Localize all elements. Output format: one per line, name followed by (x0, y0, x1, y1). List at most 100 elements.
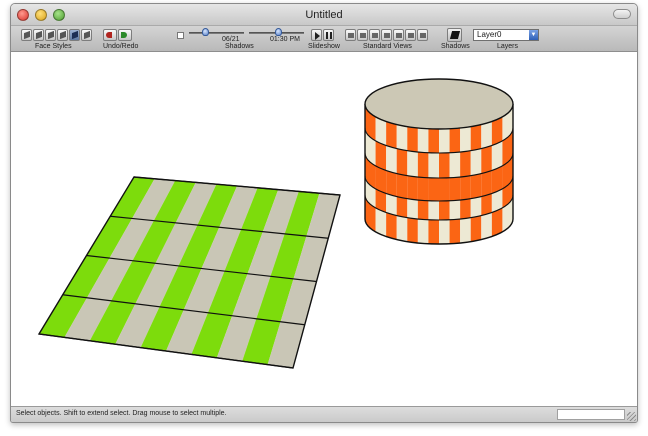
face-style-monochrome-button[interactable] (81, 29, 92, 41)
status-hint: Select objects. Shift to extend select. … (16, 410, 227, 417)
cylinder-tile (460, 217, 471, 243)
view-left-button[interactable] (405, 29, 416, 41)
view-extra-button[interactable] (417, 29, 428, 41)
shadow-time-slider-thumb[interactable] (275, 28, 283, 36)
undo-icon (106, 32, 112, 38)
right-view-icon (384, 33, 390, 38)
cylinder-tile (417, 151, 429, 178)
redo-button[interactable] (118, 29, 132, 41)
undo-button[interactable] (103, 29, 117, 41)
cylinder-tile (386, 121, 397, 149)
top-view-icon (360, 33, 366, 38)
cylinder-tile (470, 124, 482, 151)
cylinder-tile (386, 145, 397, 174)
view-back-button[interactable] (393, 29, 404, 41)
scene-canvas[interactable] (11, 52, 638, 408)
view-front-button[interactable] (369, 29, 380, 41)
cylinder-tile (439, 200, 450, 220)
cylinder-top-face (364, 78, 514, 130)
view-right-button[interactable] (381, 29, 392, 41)
cylinder-tile (481, 170, 492, 197)
cylinder-tile (481, 193, 492, 216)
play-icon (315, 32, 320, 40)
title-bar[interactable]: Untitled (11, 4, 637, 26)
cylinder-tile (396, 173, 408, 199)
face-style-hidden-line-button[interactable] (45, 29, 56, 41)
toolbar: Face Styles Undo/Redo 06/21 01:30 PM Sha… (11, 26, 637, 52)
view-top-button[interactable] (357, 29, 368, 41)
cylinder-tile (417, 218, 429, 244)
cylinder-tile (417, 176, 429, 201)
cylinder-tile (407, 150, 418, 177)
shaded-icon (60, 30, 66, 40)
back-view-icon (396, 33, 402, 38)
shadows-checkbox[interactable] (177, 32, 184, 39)
pause-slideshow-button[interactable] (323, 29, 334, 41)
pause-icon (326, 32, 332, 39)
toolbar-toggle-button[interactable] (613, 9, 631, 19)
layer-select-value: Layer0 (477, 30, 502, 39)
cylinder-tile (481, 212, 492, 240)
xray-icon (24, 30, 30, 40)
cylinder-tile (439, 152, 450, 178)
cylinder-tile (428, 152, 439, 178)
cylinder-tile (481, 121, 492, 149)
redo-icon (121, 32, 127, 38)
cylinder-tile (470, 215, 482, 242)
chevron-down-icon: ▼ (529, 30, 538, 40)
status-bar: Select objects. Shift to extend select. … (11, 406, 637, 422)
left-view-icon (408, 33, 414, 38)
shadows-button-label: Shadows (441, 43, 470, 50)
cylinder-tile (470, 196, 482, 218)
standard-views-label: Standard Views (363, 43, 412, 50)
shadows-button[interactable] (447, 28, 462, 42)
view-iso-button[interactable] (345, 29, 356, 41)
cylinder-tile (386, 193, 397, 216)
cylinder-tile (386, 170, 397, 197)
shadows-slider-label: Shadows (225, 43, 254, 50)
monochrome-icon (84, 30, 90, 40)
window-title: Untitled (305, 9, 343, 21)
cylinder-tile (439, 177, 450, 201)
cylinder-tile (396, 196, 408, 218)
cylinder-tile (407, 198, 418, 219)
cylinder-tile (417, 199, 429, 220)
face-style-wireframe-button[interactable] (33, 29, 44, 41)
cylinder-tile (386, 212, 397, 240)
cylinder-tile (428, 219, 439, 244)
layer-select[interactable]: Layer0 ▼ (473, 29, 539, 41)
undo-redo-label: Undo/Redo (103, 43, 139, 50)
cylinder-tile (481, 145, 492, 174)
cylinder-tile (407, 126, 418, 152)
cylinder-tile (449, 218, 461, 244)
layers-label: Layers (497, 43, 519, 50)
sketchup-window: Untitled Face Styles Undo/Redo 06/21 01:… (10, 3, 638, 423)
cylinder-tile (428, 200, 439, 220)
cylinder-tile (460, 175, 471, 200)
hidden-line-icon (48, 30, 54, 40)
cylinder-tile (396, 124, 408, 151)
shadow-date-value: 06/21 (222, 36, 240, 43)
cylinder-tile (460, 150, 471, 177)
shadow-date-slider-thumb[interactable] (201, 28, 209, 36)
cylinder-tile (470, 173, 482, 199)
cylinder-tile (407, 175, 418, 200)
measurements-box[interactable] (557, 409, 625, 420)
cylinder-tile (449, 151, 461, 178)
shadow-time-value: 01:30 PM (270, 36, 300, 43)
slideshow-label: Slideshow (308, 43, 340, 50)
face-style-shaded-button[interactable] (57, 29, 68, 41)
cylinder-tile (460, 198, 471, 219)
face-styles-label: Face Styles (35, 43, 72, 50)
play-slideshow-button[interactable] (311, 29, 322, 41)
resize-grip-icon[interactable] (627, 412, 636, 421)
shaded-textures-icon (72, 30, 78, 40)
cylinder-tile (470, 148, 482, 176)
wireframe-icon (36, 30, 42, 40)
modeling-viewport[interactable] (11, 52, 637, 408)
cylinder-tile (449, 199, 461, 220)
face-style-xray-button[interactable] (21, 29, 32, 41)
shadow-date-slider[interactable] (189, 32, 244, 34)
face-style-shaded-textures-button[interactable] (69, 29, 80, 41)
cylinder-tile (428, 128, 439, 153)
